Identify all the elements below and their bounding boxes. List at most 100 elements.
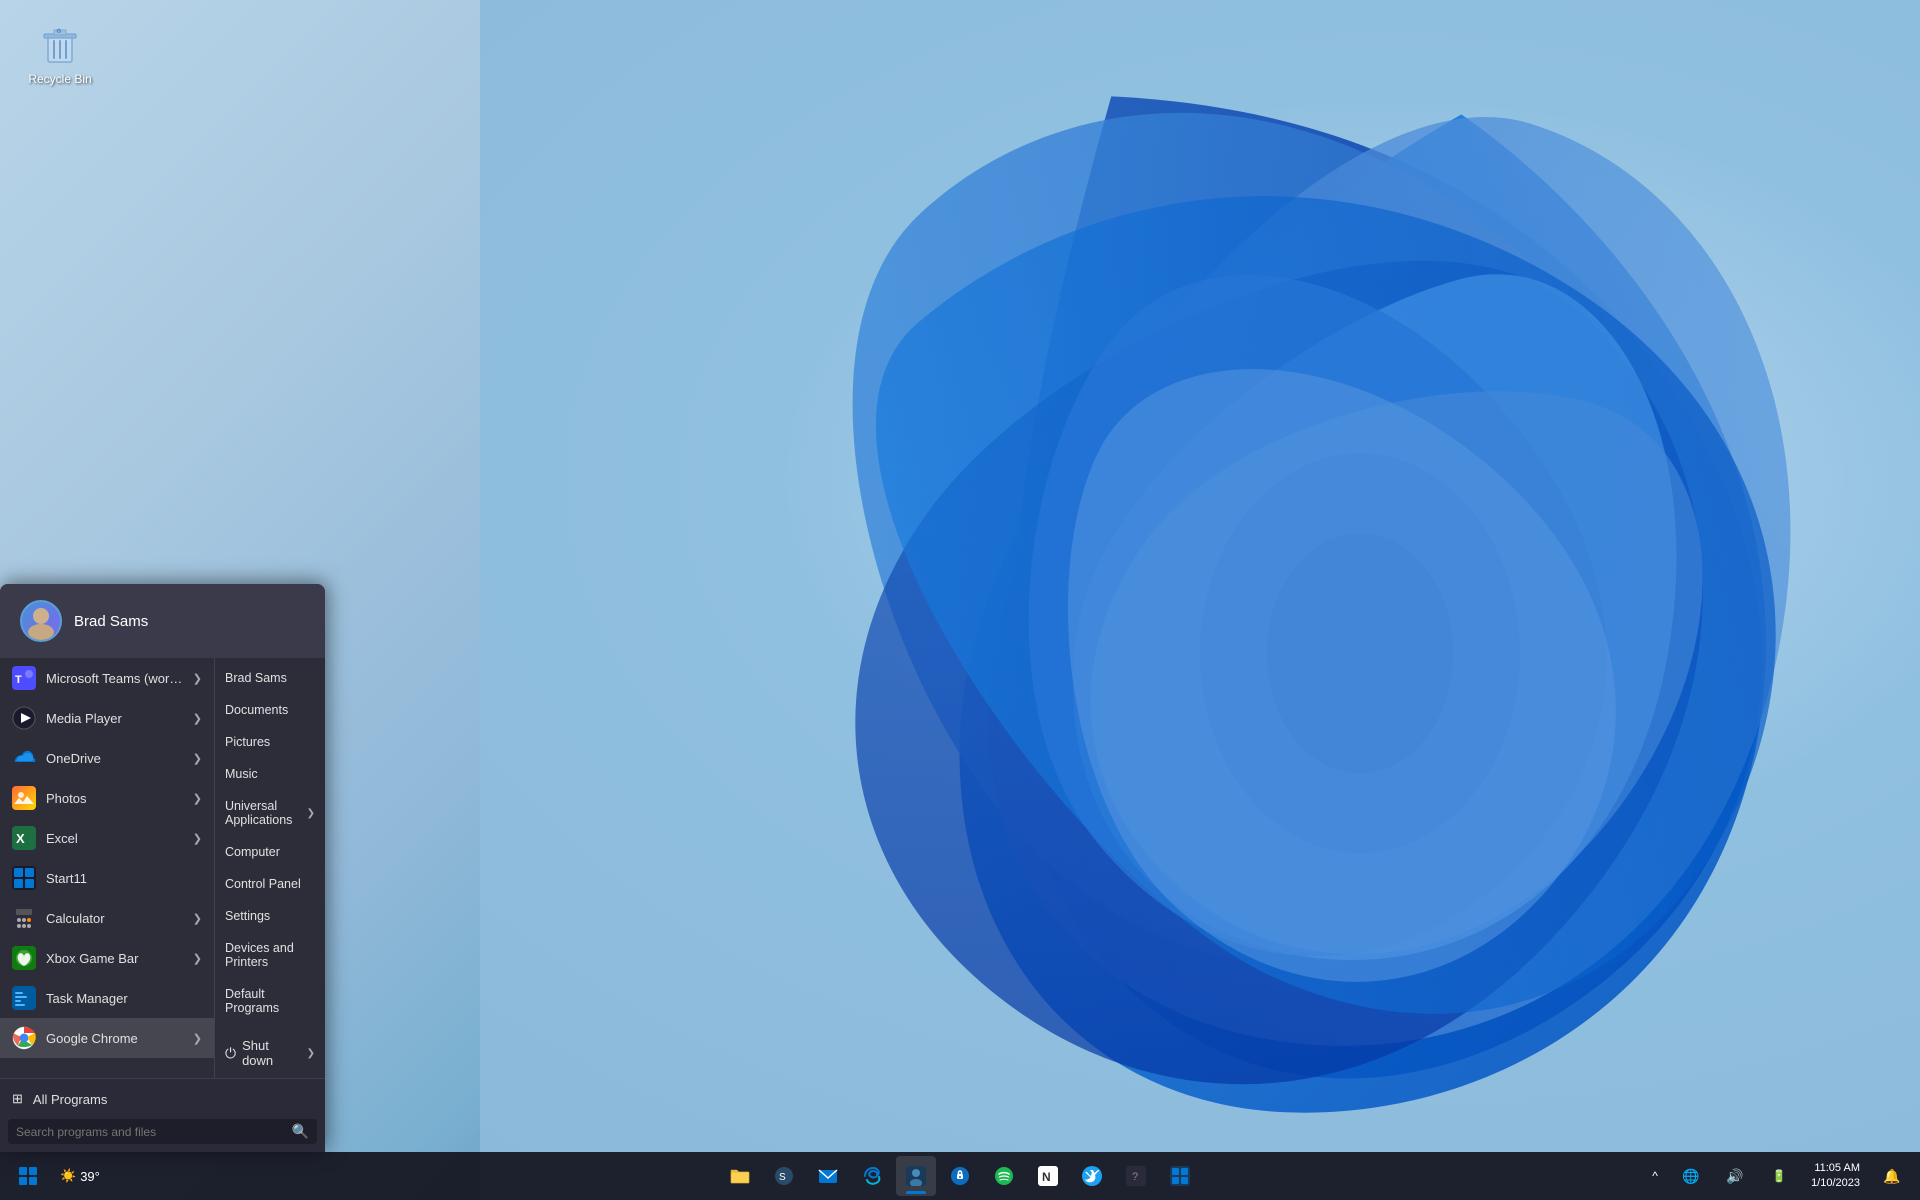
apps-list: TMicrosoft Teams (work or school)❯Media …	[0, 658, 215, 1078]
quick-link-pictures[interactable]: Pictures	[215, 726, 325, 758]
quick-link-universal-apps[interactable]: Universal Applications ❯	[215, 790, 325, 836]
recycle-bin-label: Recycle Bin	[28, 72, 91, 86]
quick-link-control-panel[interactable]: Control Panel	[215, 868, 325, 900]
taskbar-left: ☀️ 39°	[8, 1156, 108, 1196]
weather-temp: 39°	[80, 1169, 100, 1184]
app-label-onedrive: OneDrive	[46, 751, 183, 766]
taskbar-twitter[interactable]	[1072, 1156, 1112, 1196]
app-label-teams: Microsoft Teams (work or school)	[46, 671, 183, 686]
taskbar-unknown-app[interactable]: ?	[1116, 1156, 1156, 1196]
quick-link-brad-sams[interactable]: Brad Sams	[215, 662, 325, 694]
taskbar-center: S	[720, 1156, 1200, 1196]
quick-links: Brad Sams Documents Pictures Music Universal…	[215, 658, 325, 1028]
all-programs-item[interactable]: ⊞ All Programs	[0, 1083, 325, 1115]
quick-link-computer[interactable]: Computer	[215, 836, 325, 868]
taskbar-notion[interactable]: N	[1028, 1156, 1068, 1196]
user-name-header: Brad Sams	[74, 613, 148, 630]
taskbar-file-explorer[interactable]	[720, 1156, 760, 1196]
svg-text:S: S	[779, 1172, 786, 1183]
app-arrow-mediaplayer: ❯	[193, 712, 202, 725]
quick-link-default-programs[interactable]: Default Programs	[215, 978, 325, 1024]
app-label-mediaplayer: Media Player	[46, 711, 183, 726]
taskbar-volume-icon[interactable]: 🔊	[1715, 1156, 1755, 1196]
quick-link-music[interactable]: Music	[215, 758, 325, 790]
app-icon-chrome	[12, 1026, 36, 1050]
taskbar-battery-icon[interactable]: 🔋	[1759, 1156, 1799, 1196]
app-label-xbox: Xbox Game Bar	[46, 951, 183, 966]
taskbar: ☀️ 39° S	[0, 1152, 1920, 1200]
taskbar-tray-chevron[interactable]: ^	[1643, 1156, 1667, 1196]
app-item-teams[interactable]: T Microsoft Teams (work or school) ❯	[0, 658, 214, 698]
svg-text:♻: ♻	[56, 28, 61, 35]
taskbar-stardock-person[interactable]	[896, 1156, 936, 1196]
app-icon-onedrive	[12, 746, 36, 770]
quick-link-label-pictures: Pictures	[225, 735, 315, 749]
taskbar-edge[interactable]	[852, 1156, 892, 1196]
taskbar-start-button[interactable]	[8, 1156, 48, 1196]
app-item-taskmanager[interactable]: Task Manager	[0, 978, 214, 1018]
taskbar-stardock-app[interactable]: S	[764, 1156, 804, 1196]
svg-text:T: T	[15, 674, 22, 686]
shutdown-button[interactable]: ⏻ Shut down ❯	[215, 1028, 325, 1078]
app-arrow-xbox: ❯	[193, 952, 202, 965]
shutdown-icon: ⏻	[225, 1045, 236, 1062]
desktop: ♻ Recycle Bin Brad Sams T Microsoft Teams…	[0, 0, 1920, 1200]
taskbar-right: ^ 🌐 🔊 🔋 11:05 AM 1/10/2023 🔔	[1643, 1156, 1912, 1196]
weather-widget[interactable]: ☀️ 39°	[52, 1168, 108, 1184]
app-arrow-teams: ❯	[193, 672, 202, 685]
app-label-calculator: Calculator	[46, 911, 183, 926]
start-menu: Brad Sams T Microsoft Teams (work or scho…	[0, 584, 325, 1152]
shutdown-arrow: ❯	[307, 1048, 315, 1059]
search-icon: 🔍	[292, 1123, 309, 1140]
app-item-xbox[interactable]: Xbox Game Bar ❯	[0, 938, 214, 978]
app-icon-photos	[12, 786, 36, 810]
taskbar-clock[interactable]: 11:05 AM 1/10/2023	[1803, 1161, 1868, 1192]
app-item-mediaplayer[interactable]: Media Player ❯	[0, 698, 214, 738]
quick-link-arrow-universal-apps: ❯	[307, 808, 315, 819]
taskbar-notification[interactable]: 🔔	[1872, 1156, 1912, 1196]
taskbar-network-icon[interactable]: 🌐	[1671, 1156, 1711, 1196]
taskbar-stardock-start11[interactable]	[1160, 1156, 1200, 1196]
svg-text:X: X	[16, 831, 25, 846]
quick-link-devices-printers[interactable]: Devices and Printers	[215, 932, 325, 978]
app-icon-teams: T	[12, 666, 36, 690]
shutdown-label: Shut down	[242, 1038, 299, 1068]
app-label-chrome: Google Chrome	[46, 1031, 183, 1046]
quick-link-label-default-programs: Default Programs	[225, 987, 315, 1015]
quick-link-settings[interactable]: Settings	[215, 900, 325, 932]
taskbar-mail[interactable]	[808, 1156, 848, 1196]
taskbar-1password[interactable]	[940, 1156, 980, 1196]
app-arrow-photos: ❯	[193, 792, 202, 805]
quick-link-label-universal-apps: Universal Applications	[225, 799, 301, 827]
weather-icon: ☀️	[60, 1168, 76, 1184]
recycle-bin-icon[interactable]: ♻ Recycle Bin	[20, 20, 100, 86]
quick-link-label-control-panel: Control Panel	[225, 877, 315, 891]
app-label-start11: Start11	[46, 871, 202, 886]
app-arrow-calculator: ❯	[193, 912, 202, 925]
recycle-bin-image: ♻	[36, 20, 84, 68]
app-arrow-excel: ❯	[193, 832, 202, 845]
app-icon-calculator	[12, 906, 36, 930]
all-programs-icon: ⊞	[12, 1091, 23, 1107]
app-item-photos[interactable]: Photos ❯	[0, 778, 214, 818]
svg-text:N: N	[1042, 1170, 1051, 1184]
app-label-photos: Photos	[46, 791, 183, 806]
app-item-start11[interactable]: Start11	[0, 858, 214, 898]
search-bar[interactable]: 🔍	[8, 1119, 317, 1144]
quick-link-label-brad-sams: Brad Sams	[225, 671, 315, 685]
app-label-excel: Excel	[46, 831, 183, 846]
quick-link-label-music: Music	[225, 767, 315, 781]
start-menu-header[interactable]: Brad Sams	[0, 584, 325, 658]
taskbar-spotify[interactable]	[984, 1156, 1024, 1196]
app-item-chrome[interactable]: Google Chrome❯	[0, 1018, 214, 1058]
quick-link-label-documents: Documents	[225, 703, 315, 717]
start-footer: ⊞ All Programs 🔍	[0, 1078, 325, 1152]
quick-link-documents[interactable]: Documents	[215, 694, 325, 726]
app-item-excel[interactable]: X Excel ❯	[0, 818, 214, 858]
app-arrow-onedrive: ❯	[193, 752, 202, 765]
app-item-onedrive[interactable]: OneDrive ❯	[0, 738, 214, 778]
svg-text:?: ?	[1132, 1171, 1138, 1183]
search-input[interactable]	[16, 1125, 286, 1139]
app-icon-mediaplayer	[12, 706, 36, 730]
app-item-calculator[interactable]: Calculator ❯	[0, 898, 214, 938]
